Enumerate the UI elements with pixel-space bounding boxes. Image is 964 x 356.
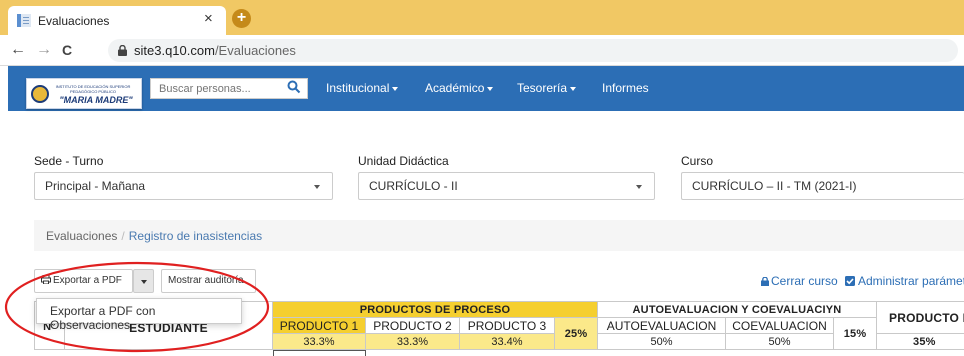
sede-value: Principal - Mañana xyxy=(45,179,146,193)
browser-tabstrip: Evaluaciones × + xyxy=(0,0,964,35)
curso-select[interactable]: CURRÍCULO – II - TM (2021-I) xyxy=(681,172,964,200)
group-productos-proceso: PRODUCTOS DE PROCESO xyxy=(273,302,598,318)
cerrar-curso-label: Cerrar curso xyxy=(771,274,838,288)
administrar-label: Administrar parámetros xyxy=(858,274,964,288)
chevron-down-icon xyxy=(487,86,494,91)
menu-informes[interactable]: Informes xyxy=(602,81,649,95)
group-producto-final: PRODUCTO FINAL xyxy=(877,302,964,334)
administrar-link[interactable]: Administrar parámetros xyxy=(845,274,964,288)
menu-institucional[interactable]: Institucional xyxy=(326,81,399,95)
menu-academico[interactable]: Académico xyxy=(425,81,494,95)
col-coevaluacion: COEVALUACION xyxy=(726,318,834,334)
group-autoevaluacion: AUTOEVALUACION Y COEVALUACIYN xyxy=(598,302,877,318)
browser-tab[interactable]: Evaluaciones × xyxy=(8,6,226,35)
lock-icon xyxy=(761,277,769,286)
search-icon[interactable] xyxy=(287,80,301,94)
menu-tesoreria[interactable]: Tesorería xyxy=(517,81,577,95)
forward-button[interactable]: → xyxy=(36,40,52,60)
unidad-select[interactable]: CURRÍCULO - II xyxy=(358,172,655,200)
url-text: site3.q10.com/Evaluaciones xyxy=(134,43,296,58)
sede-label: Sede - Turno xyxy=(34,154,104,168)
reload-button[interactable]: C xyxy=(62,40,72,60)
col-producto-2: PRODUCTO 2 xyxy=(366,318,460,334)
url-input[interactable]: site3.q10.com/Evaluaciones xyxy=(108,39,958,62)
chevron-down-icon xyxy=(636,185,642,189)
menu-label: Tesorería xyxy=(517,81,568,95)
curso-value: CURRÍCULO – II - TM (2021-I) xyxy=(692,179,857,193)
new-tab-button[interactable]: + xyxy=(232,9,251,28)
menu-label: Institucional xyxy=(326,81,390,95)
export-pdf-label: Exportar a PDF xyxy=(53,275,122,286)
institution-logo[interactable]: INSTITUTO DE EDUCACIÓN SUPERIOR PEDAGÓGI… xyxy=(26,78,142,109)
app-navbar: INSTITUTO DE EDUCACIÓN SUPERIOR PEDAGÓGI… xyxy=(8,66,964,111)
search-input[interactable] xyxy=(150,78,308,99)
export-pdf-button[interactable]: Exportar a PDF xyxy=(34,269,133,293)
weight-producto-1: 33.3% xyxy=(273,334,366,350)
tab-title: Evaluaciones xyxy=(38,14,110,28)
breadcrumb: Evaluaciones / Registro de inasistencias xyxy=(34,220,964,251)
back-button[interactable]: ← xyxy=(10,40,26,60)
lock-icon xyxy=(118,45,127,56)
chevron-down-icon xyxy=(570,86,577,91)
sede-select[interactable]: Principal - Mañana xyxy=(34,172,333,200)
checkbox-checked-icon xyxy=(845,276,855,286)
col-autoevaluacion: AUTOEVALUACION xyxy=(598,318,726,334)
weight-coevaluacion: 50% xyxy=(726,334,834,350)
menu-label: Académico xyxy=(425,81,485,95)
address-bar-row: ← → C site3.q10.com/Evaluaciones xyxy=(0,35,964,66)
logo-title: "MARIA MADRE" xyxy=(59,95,133,105)
cerrar-curso-link[interactable]: Cerrar curso xyxy=(761,274,838,288)
weight-producto-3: 33.4% xyxy=(460,334,555,350)
breadcrumb-root[interactable]: Evaluaciones xyxy=(46,229,117,243)
tab-close-icon[interactable]: × xyxy=(204,11,213,27)
unidad-value: CURRÍCULO - II xyxy=(369,179,458,193)
unidad-label: Unidad Didáctica xyxy=(358,154,449,168)
printer-icon xyxy=(41,275,51,284)
export-dropdown-menu: Exportar a PDF con Observaciones xyxy=(36,298,242,332)
breadcrumb-separator: / xyxy=(121,229,125,243)
weight-producto-final: 35% xyxy=(877,334,964,350)
caret-down-icon xyxy=(141,280,147,284)
page-favicon-icon xyxy=(17,14,31,27)
url-host: site3.q10.com xyxy=(134,43,215,58)
chevron-down-icon xyxy=(392,86,399,91)
curso-label: Curso xyxy=(681,154,714,168)
mostrar-auditoria-button[interactable]: Mostrar auditoría xyxy=(161,269,256,293)
logo-subtitle: INSTITUTO DE EDUCACIÓN SUPERIOR PEDAGÓGI… xyxy=(55,84,131,94)
weight-producto-2: 33.3% xyxy=(366,334,460,350)
weight-productos-proceso: 25% xyxy=(555,318,598,350)
weight-autoevaluacion-group: 15% xyxy=(834,318,877,350)
weight-autoevaluacion: 50% xyxy=(598,334,726,350)
chevron-down-icon xyxy=(314,185,320,189)
seal-icon xyxy=(31,85,49,103)
export-dropdown-toggle[interactable] xyxy=(133,269,154,293)
col-producto-3: PRODUCTO 3 xyxy=(460,318,555,334)
breadcrumb-current[interactable]: Registro de inasistencias xyxy=(129,229,262,243)
url-path: /Evaluaciones xyxy=(214,43,296,58)
col-producto-1: PRODUCTO 1 xyxy=(273,318,366,334)
mostrar-auditoria-label: Mostrar auditoría xyxy=(168,275,244,286)
menu-label: Informes xyxy=(602,81,649,95)
grade-input-cell[interactable] xyxy=(273,350,366,356)
